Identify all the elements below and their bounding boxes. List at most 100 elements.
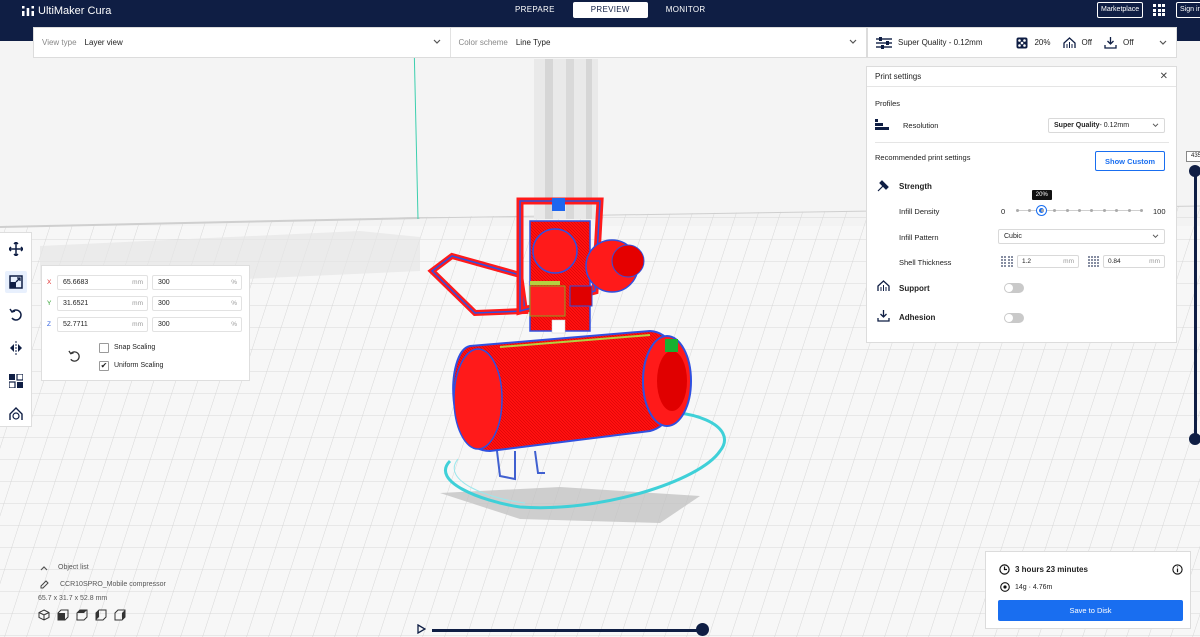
wall-thickness-unit: mm (1063, 258, 1074, 265)
object-dimensions: 65.7 x 31.7 x 52.8 mm (38, 595, 108, 602)
layer-progress-handle[interactable] (696, 623, 709, 636)
view-type-selector[interactable]: View type Layer view (34, 28, 450, 57)
uniform-scaling-checkbox[interactable]: ✔ (99, 361, 109, 371)
infill-slider-tick (1140, 209, 1143, 212)
object-list-label: Object list (58, 564, 89, 571)
play-icon[interactable] (417, 624, 426, 634)
infill-min: 0 (1001, 207, 1006, 216)
scale-z-mm-field[interactable]: Z 52.7711 mm (47, 317, 148, 332)
support-summary: Off (1062, 36, 1092, 49)
camera-view-buttons (38, 609, 166, 621)
layer-progress-track[interactable] (432, 629, 702, 632)
stage-tabs: PREPARE PREVIEW MONITOR (497, 2, 723, 18)
scale-y-pct-field[interactable]: 300% (152, 296, 242, 311)
unit-label: % (231, 321, 237, 328)
support-icon (877, 280, 890, 291)
infill-slider-tick (1102, 209, 1106, 212)
layer-slider-track[interactable] (1194, 170, 1197, 440)
adhesion-toggle[interactable] (1004, 313, 1024, 323)
color-scheme-label: Color scheme (458, 38, 508, 47)
infill-max: 100 (1153, 207, 1166, 216)
scale-x-mm-field[interactable]: X 65.6683 mm (47, 275, 148, 290)
left-view-icon[interactable] (95, 609, 107, 621)
wall-thickness-icon (1001, 256, 1013, 267)
tab-monitor[interactable]: MONITOR (648, 2, 724, 18)
right-view-icon[interactable] (114, 609, 126, 621)
chevron-down-icon (1152, 123, 1159, 128)
print-setup-selector[interactable]: Super Quality - 0.12mm 20% Off Off (867, 27, 1177, 58)
layer-number-label[interactable]: 435 (1186, 151, 1200, 162)
infill-slider-tick (1090, 209, 1094, 212)
marketplace-button[interactable]: Marketplace (1097, 2, 1144, 18)
chevron-down-icon (1152, 234, 1159, 239)
scale-z-pct-value: 300 (158, 321, 170, 328)
show-custom-button[interactable]: Show Custom (1095, 151, 1165, 171)
scale-tool-icon[interactable] (5, 271, 27, 293)
per-model-settings-icon[interactable] (5, 370, 27, 392)
reset-scale-icon[interactable] (68, 350, 81, 363)
adhesion-label: Adhesion (899, 313, 936, 322)
sign-in-button[interactable]: Sign in (1176, 2, 1200, 18)
close-icon[interactable]: ✕ (1160, 71, 1168, 82)
check-icon: ✔ (100, 361, 108, 370)
object-row[interactable]: CCR10SPRO_Mobile compressor (40, 580, 166, 589)
rotate-tool-icon[interactable] (5, 304, 27, 326)
top-bottom-thickness-field[interactable]: 0.84 mm (1103, 255, 1165, 268)
y-axis-label: Y (47, 300, 52, 307)
3d-view-icon[interactable] (38, 609, 50, 621)
top-view-icon[interactable] (76, 609, 88, 621)
layer-slider-lower-handle[interactable] (1189, 433, 1200, 445)
tool-bar (0, 232, 32, 427)
infill-slider-tick (1127, 209, 1131, 212)
uniform-scaling-label: Uniform Scaling (114, 362, 164, 369)
unit-label: % (231, 300, 237, 307)
front-view-icon[interactable] (57, 609, 69, 621)
support-toggle[interactable] (1004, 283, 1024, 293)
resolution-dropdown[interactable]: Super Quality - 0.12mm (1048, 118, 1165, 133)
scale-x-pct-field[interactable]: 300% (152, 275, 242, 290)
support-blocker-icon[interactable] (5, 403, 27, 425)
save-to-disk-button[interactable]: Save to Disk (998, 600, 1183, 621)
apps-grid-icon[interactable] (1153, 4, 1165, 16)
scale-y-mm-field[interactable]: Y 31.6521 mm (47, 296, 148, 311)
chevron-down-icon (1159, 40, 1167, 45)
scale-x-mm-value: 65.6683 (63, 279, 89, 286)
app-title: UltiMaker Cura (38, 4, 112, 17)
object-list-toggle[interactable]: Object list (40, 564, 166, 571)
unit-label: mm (132, 279, 143, 286)
print-settings-title: Print settings (875, 72, 922, 81)
snap-scaling-checkbox[interactable] (99, 343, 109, 353)
scale-z-pct-field[interactable]: 300% (152, 317, 242, 332)
strength-label: Strength (899, 182, 932, 191)
infill-slider-tick (1115, 209, 1119, 212)
infill-density-label: Infill Density (899, 207, 940, 216)
sliders-icon (876, 36, 892, 49)
mirror-tool-icon[interactable] (5, 337, 27, 359)
tab-preview[interactable]: PREVIEW (572, 2, 648, 18)
profile-summary: Super Quality - 0.12mm (876, 36, 982, 49)
move-tool-icon[interactable] (5, 238, 27, 260)
pencil-icon (40, 580, 49, 589)
color-scheme-selector[interactable]: Color scheme Line Type (449, 28, 867, 57)
top-bar: UltiMaker Cura PREPARE PREVIEW MONITOR M… (0, 0, 1200, 21)
resolution-icon (875, 119, 889, 130)
chevron-up-icon (40, 565, 48, 570)
wall-thickness-field[interactable]: 1.2 mm (1017, 255, 1079, 268)
unit-label: mm (132, 300, 143, 307)
infill-value: 20% (1034, 38, 1051, 47)
tab-prepare[interactable]: PREPARE (497, 2, 573, 18)
layer-slider-upper-handle[interactable] (1189, 165, 1200, 177)
infill-slider-tick (1078, 209, 1081, 212)
object-list: Object list CCR10SPRO_Mobile compressor … (38, 564, 166, 621)
infill-pattern-dropdown[interactable]: Cubic (998, 229, 1165, 244)
top-bottom-thickness-value: 0.84 (1108, 258, 1121, 265)
info-icon[interactable] (1172, 564, 1183, 575)
infill-summary: 20% (1016, 37, 1051, 49)
recommended-label: Recommended print settings (875, 153, 971, 162)
unit-label: % (231, 279, 237, 286)
adhesion-icon (877, 310, 890, 322)
print-time: 3 hours 23 minutes (1015, 565, 1088, 574)
x-axis-label: X (47, 279, 52, 286)
infill-slider-tick (1053, 209, 1057, 212)
top-bottom-thickness-unit: mm (1149, 258, 1160, 265)
